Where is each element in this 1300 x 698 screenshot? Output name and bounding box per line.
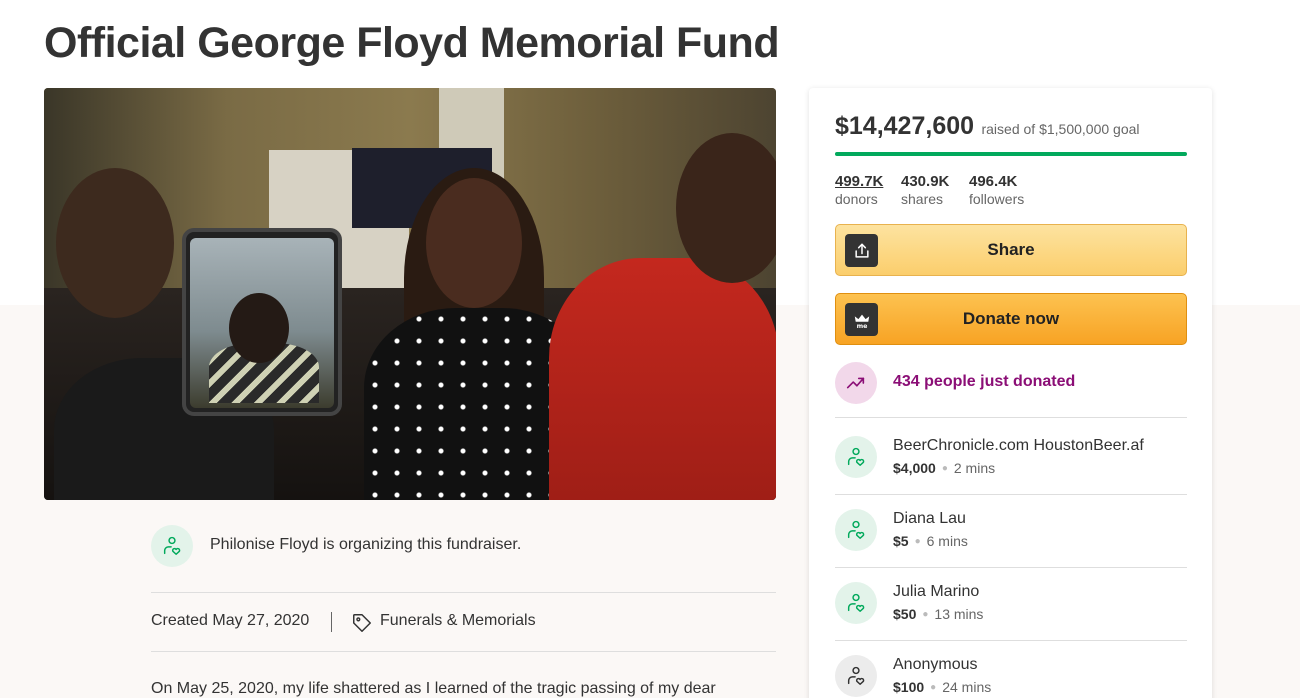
- organizer-text[interactable]: Philonise Floyd is organizing this fundr…: [210, 536, 521, 554]
- donation-item: Anonymous $100 ● 24 mins: [835, 655, 1187, 698]
- stat-donors[interactable]: 499.7K donors: [835, 173, 883, 208]
- donate-label: Donate now: [962, 309, 1060, 328]
- donation-time: 6 mins: [926, 533, 968, 549]
- divider: [835, 640, 1187, 641]
- divider: [151, 651, 776, 652]
- category-link[interactable]: Funerals & Memorials: [380, 612, 536, 630]
- donation-meta: $4,000 ● 2 mins: [893, 460, 995, 476]
- donation-time: 2 mins: [953, 460, 996, 476]
- story-text: On May 25, 2020, my life shattered as I …: [151, 680, 716, 697]
- share-label: Share: [987, 240, 1035, 259]
- donation-item: Julia Marino $50 ● 13 mins: [835, 582, 1187, 642]
- created-date: Created May 27, 2020: [151, 612, 310, 629]
- donation-amount: $100: [893, 679, 925, 695]
- donation-meta: $5 ● 6 mins: [893, 533, 968, 549]
- divider: [835, 417, 1187, 418]
- heart-hand-icon: [847, 666, 865, 685]
- donor-name: Anonymous: [893, 656, 978, 673]
- bullet: ●: [930, 682, 937, 693]
- donor-avatar: [835, 582, 877, 624]
- heart-hand-icon: [847, 447, 865, 466]
- heart-hand-icon: [847, 593, 865, 612]
- gofundme-logo-icon: me: [845, 303, 878, 336]
- bullet: ●: [941, 463, 948, 474]
- progress-bar: [835, 152, 1187, 156]
- page-title: Official George Floyd Memorial Fund: [44, 19, 780, 67]
- organizer-avatar: [151, 525, 193, 567]
- campaign-photo[interactable]: [44, 88, 776, 500]
- donation-amount: $50: [893, 606, 917, 622]
- donor-name: BeerChronicle.com HoustonBeer.af: [893, 437, 1144, 454]
- divider: [151, 592, 776, 593]
- heart-hand-icon: [163, 536, 181, 555]
- donor-name: Julia Marino: [893, 583, 980, 600]
- goal-text: raised of $1,500,000 goal: [981, 121, 1140, 137]
- donor-avatar: [835, 509, 877, 551]
- donor-name: Diana Lau: [893, 510, 966, 527]
- donate-button[interactable]: me Donate now: [835, 293, 1187, 345]
- tag-icon: [353, 614, 371, 632]
- share-upload-icon: [845, 234, 878, 267]
- stat-followers: 496.4K followers: [969, 173, 1024, 208]
- donation-amount: $5: [893, 533, 909, 549]
- stat-donors-label: donors: [835, 191, 878, 207]
- amount-raised-row: $14,427,600 raised of $1,500,000 goal: [835, 112, 1140, 141]
- donation-item: BeerChronicle.com HoustonBeer.af $4,000 ●…: [835, 436, 1187, 496]
- amount-raised: $14,427,600: [835, 112, 975, 140]
- divider: [835, 494, 1187, 495]
- donation-amount: $4,000: [893, 460, 936, 476]
- stat-shares-label: shares: [901, 191, 944, 207]
- stat-followers-label: followers: [969, 191, 1025, 207]
- donation-meta: $50 ● 13 mins: [893, 606, 983, 622]
- donation-item: Diana Lau $5 ● 6 mins: [835, 509, 1187, 569]
- stat-shares: 430.9K shares: [901, 173, 949, 208]
- svg-text:me: me: [856, 323, 867, 329]
- stat-followers-value: 496.4K: [969, 173, 1018, 190]
- donation-time: 13 mins: [934, 606, 984, 622]
- heart-hand-icon: [847, 520, 865, 539]
- share-button[interactable]: Share: [835, 224, 1187, 276]
- donor-avatar: [835, 655, 877, 697]
- donation-time: 24 mins: [942, 679, 992, 695]
- trending-up-icon: [835, 362, 877, 404]
- bullet: ●: [914, 536, 921, 547]
- stat-donors-value[interactable]: 499.7K: [835, 173, 883, 191]
- recent-donations-count[interactable]: 434 people just donated: [893, 373, 1075, 391]
- donation-meta: $100 ● 24 mins: [893, 679, 991, 695]
- progress-fill: [835, 152, 1187, 156]
- stat-shares-value: 430.9K: [901, 173, 950, 190]
- separator: [331, 612, 332, 632]
- bullet: ●: [922, 609, 929, 620]
- donation-sidebar: $14,427,600 raised of $1,500,000 goal 49…: [809, 88, 1212, 698]
- donor-avatar: [835, 436, 877, 478]
- divider: [835, 567, 1187, 568]
